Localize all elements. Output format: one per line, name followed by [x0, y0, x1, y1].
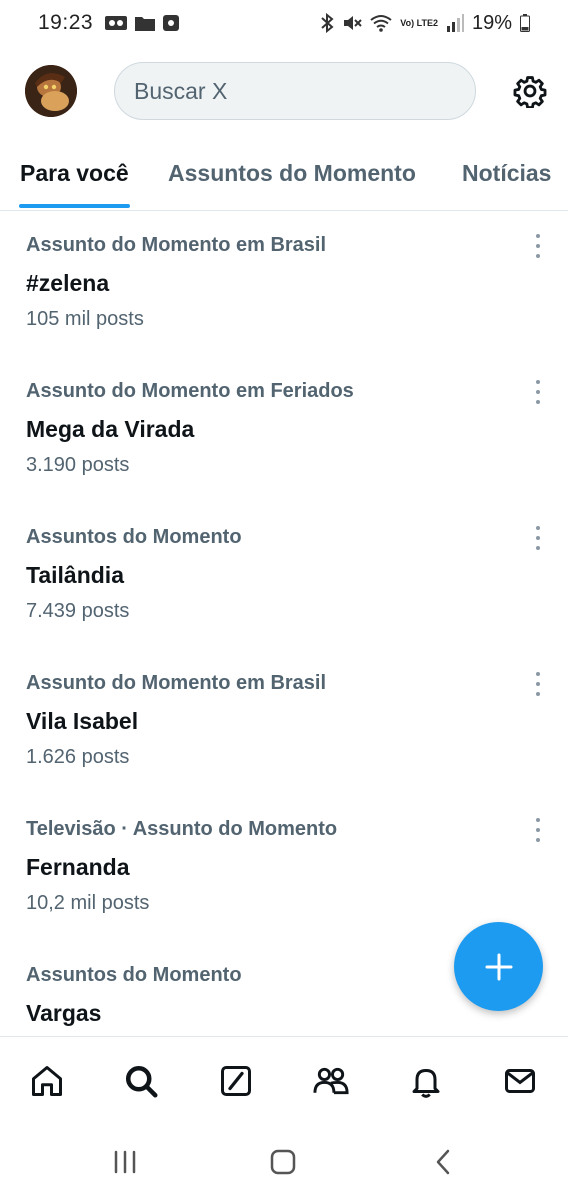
more-options-icon[interactable] — [528, 672, 548, 696]
trend-context: Assunto do Momento em Brasil — [26, 234, 327, 256]
chevron-left-icon — [436, 1149, 450, 1175]
status-time: 19:23 — [38, 11, 94, 34]
trend-post-count: 105 mil posts — [26, 308, 144, 330]
mute-icon — [342, 13, 363, 33]
bluetooth-icon — [320, 13, 334, 33]
bell-icon — [412, 1069, 440, 1098]
explore-tabs: Para você Assuntos do Momento Notícias — [0, 146, 568, 211]
grok-icon — [221, 1066, 251, 1096]
more-options-icon[interactable] — [528, 234, 548, 258]
status-bar: 19:23 Vo) LTE2 19% — [0, 0, 568, 46]
wifi-icon — [370, 14, 392, 32]
trend-item[interactable]: Assunto do Momento em Feriados Mega da V… — [0, 358, 568, 504]
folder-icon — [135, 15, 156, 31]
search-icon — [126, 1066, 158, 1098]
nav-grok[interactable] — [216, 1061, 256, 1101]
home-icon — [32, 1066, 62, 1096]
back-button[interactable] — [423, 1144, 463, 1180]
trend-context: Assuntos do Momento — [26, 526, 242, 548]
nav-home[interactable] — [27, 1061, 67, 1101]
battery-percent: 19% — [471, 11, 512, 34]
more-options-icon[interactable] — [528, 818, 548, 842]
top-header — [0, 60, 568, 122]
trend-name: Fernanda — [26, 854, 130, 880]
network-label: Vo) LTE2 — [400, 17, 438, 28]
plus-icon — [485, 953, 512, 980]
trend-context: Televisão · Assunto do Momento — [26, 818, 338, 840]
trend-post-count: 10,2 mil posts — [26, 892, 150, 914]
trend-name: Mega da Virada — [26, 416, 195, 442]
trend-post-count: 1.626 posts — [26, 746, 130, 768]
recent-apps-icon — [114, 1150, 136, 1174]
trend-context: Assunto do Momento em Feriados — [26, 380, 354, 402]
home-system-button[interactable] — [263, 1144, 303, 1180]
communities-icon — [313, 1067, 349, 1095]
battery-icon — [520, 14, 530, 32]
gear-icon — [513, 76, 547, 108]
tab-para-voce[interactable]: Para você — [20, 160, 129, 187]
voicemail-icon — [105, 15, 128, 31]
trend-name: Tailândia — [26, 562, 124, 588]
screen-record-icon — [163, 15, 180, 31]
tab-noticias[interactable]: Notícias — [462, 160, 551, 187]
status-left: 19:23 — [38, 11, 180, 35]
status-right: Vo) LTE2 19% — [320, 12, 530, 35]
search-box[interactable] — [114, 62, 476, 120]
home-square-icon — [270, 1149, 296, 1175]
trend-context: Assunto do Momento em Brasil — [26, 672, 327, 694]
nav-notifications[interactable] — [406, 1061, 446, 1101]
trend-name: Vargas — [26, 1000, 102, 1026]
trend-post-count: 7.439 posts — [26, 600, 130, 622]
tab-assuntos-do-momento[interactable]: Assuntos do Momento — [168, 160, 416, 187]
more-options-icon[interactable] — [528, 380, 548, 404]
trend-item[interactable]: Assunto do Momento em Brasil Vila Isabel… — [0, 650, 568, 796]
trend-name: Vila Isabel — [26, 708, 139, 734]
nav-communities[interactable] — [311, 1061, 351, 1101]
more-options-icon[interactable] — [528, 526, 548, 550]
trend-list: Assunto do Momento em Brasil #zelena 105… — [0, 212, 568, 1036]
trend-item[interactable]: Assunto do Momento em Brasil #zelena 105… — [0, 212, 568, 358]
bottom-navigation — [0, 1036, 568, 1124]
signal-icon — [446, 14, 464, 32]
nav-search[interactable] — [121, 1061, 161, 1101]
compose-post-button[interactable] — [454, 922, 543, 1011]
trend-name: #zelena — [26, 270, 110, 296]
search-input[interactable] — [134, 77, 475, 105]
settings-button[interactable] — [510, 71, 550, 111]
trend-post-count: 3.190 posts — [26, 454, 130, 476]
trend-item[interactable]: Assuntos do Momento Tailândia 7.439 post… — [0, 504, 568, 650]
nav-messages[interactable] — [500, 1061, 540, 1101]
recent-apps-button[interactable] — [105, 1144, 145, 1180]
avatar[interactable] — [25, 65, 77, 117]
trend-item[interactable]: Televisão · Assunto do Momento Fernanda … — [0, 796, 568, 942]
envelope-icon — [505, 1069, 535, 1093]
system-navigation — [0, 1124, 568, 1200]
active-tab-indicator — [19, 204, 130, 208]
